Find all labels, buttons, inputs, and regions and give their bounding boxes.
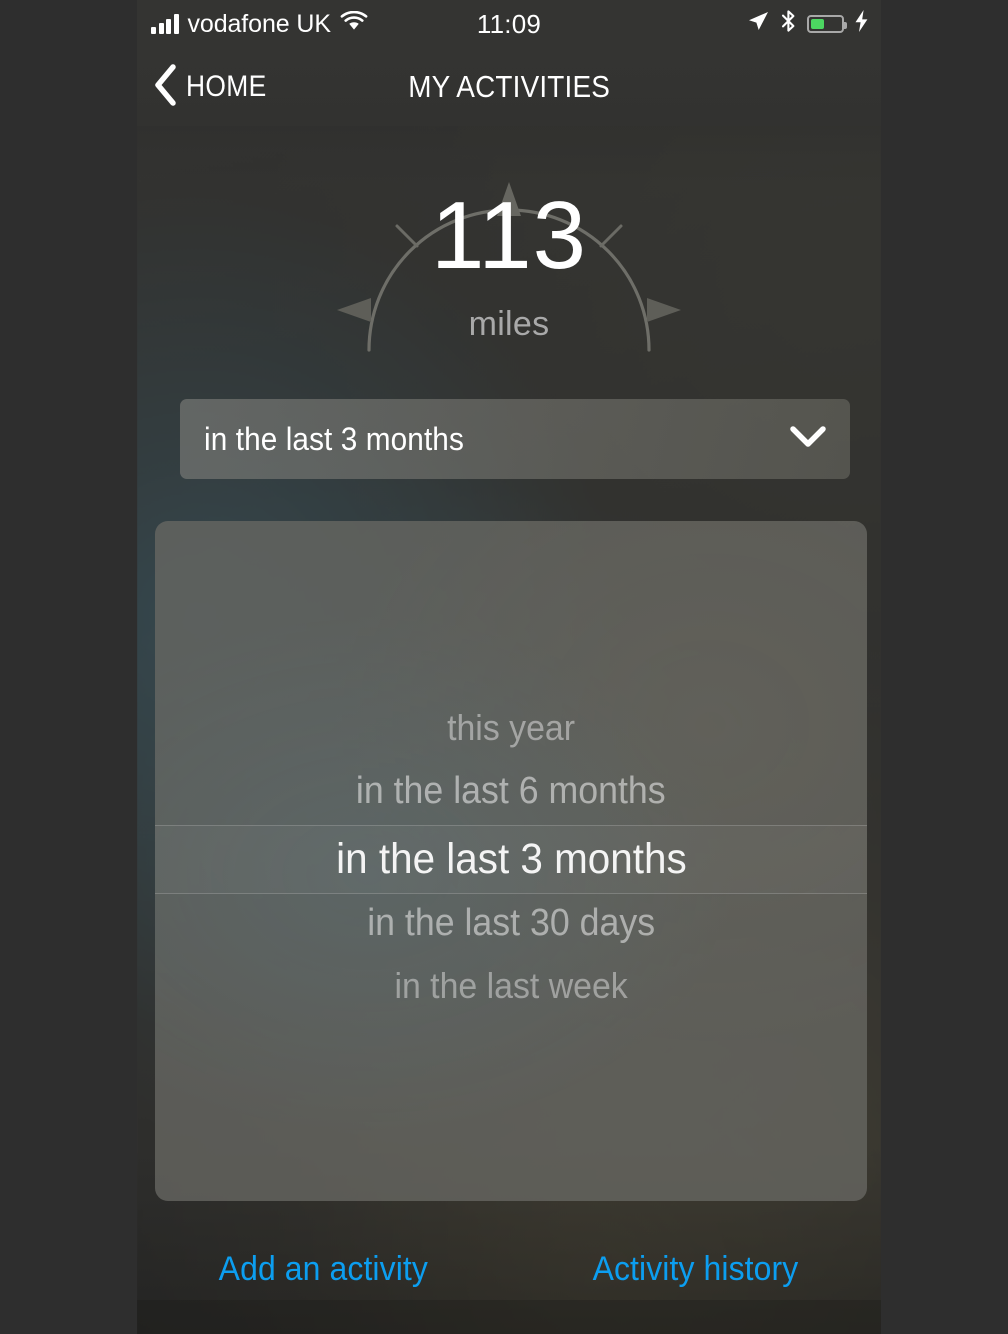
bottom-links-bar: Add an activity Activity history <box>137 1239 881 1299</box>
picker-selection-line-top <box>155 825 867 826</box>
picker-selection-line-bottom <box>155 893 867 894</box>
picker-option-label: in the last week <box>394 965 628 1006</box>
add-an-activity-label: Add an activity <box>218 1249 428 1288</box>
period-select-value-text: in the last 3 months <box>204 420 464 457</box>
bottom-safe-area <box>137 1300 881 1334</box>
page-title: MY ACTIVITIES <box>137 48 881 126</box>
picker-option[interactable]: this year <box>155 707 867 749</box>
add-an-activity-link[interactable]: Add an activity <box>137 1239 509 1299</box>
battery-icon <box>807 15 847 33</box>
screen-root: vodafone UK 11:09 HOME MY ACTIVITIES 113… <box>0 0 1008 1334</box>
phone-viewport: vodafone UK 11:09 HOME MY ACTIVITIES 113… <box>137 0 881 1334</box>
page-title-text: MY ACTIVITIES <box>408 69 610 104</box>
picker-option-label: in the last 30 days <box>367 902 655 944</box>
lightning-bolt-icon <box>854 9 869 40</box>
picker-option-label: in the last 6 months <box>356 770 666 812</box>
chevron-down-icon[interactable] <box>788 424 828 455</box>
distance-gauge: 113 miles <box>137 130 881 380</box>
activity-history-link[interactable]: Activity history <box>509 1239 881 1299</box>
status-bar: vodafone UK 11:09 <box>137 0 881 48</box>
period-picker-panel[interactable]: this year in the last 6 months in the la… <box>155 521 867 1201</box>
location-arrow-icon <box>746 9 770 40</box>
picker-option[interactable]: in the last 6 months <box>155 770 867 813</box>
picker-option-label: this year <box>447 707 575 748</box>
gauge-unit-label: miles <box>468 305 550 343</box>
picker-wheel[interactable]: this year in the last 6 months in the la… <box>155 521 867 1201</box>
picker-option-selected[interactable]: in the last 3 months <box>155 835 867 884</box>
activity-history-label: Activity history <box>592 1249 798 1288</box>
gauge-value: 113 <box>430 182 588 289</box>
bluetooth-icon <box>780 9 797 40</box>
picker-option[interactable]: in the last week <box>155 965 867 1007</box>
period-select-field[interactable]: in the last 3 months <box>180 399 850 479</box>
picker-option-label: in the last 3 months <box>335 835 687 883</box>
picker-option[interactable]: in the last 30 days <box>155 902 867 945</box>
navigation-bar: HOME MY ACTIVITIES <box>137 48 881 126</box>
status-bar-right <box>746 0 869 48</box>
period-select-value: in the last 3 months <box>204 421 788 458</box>
